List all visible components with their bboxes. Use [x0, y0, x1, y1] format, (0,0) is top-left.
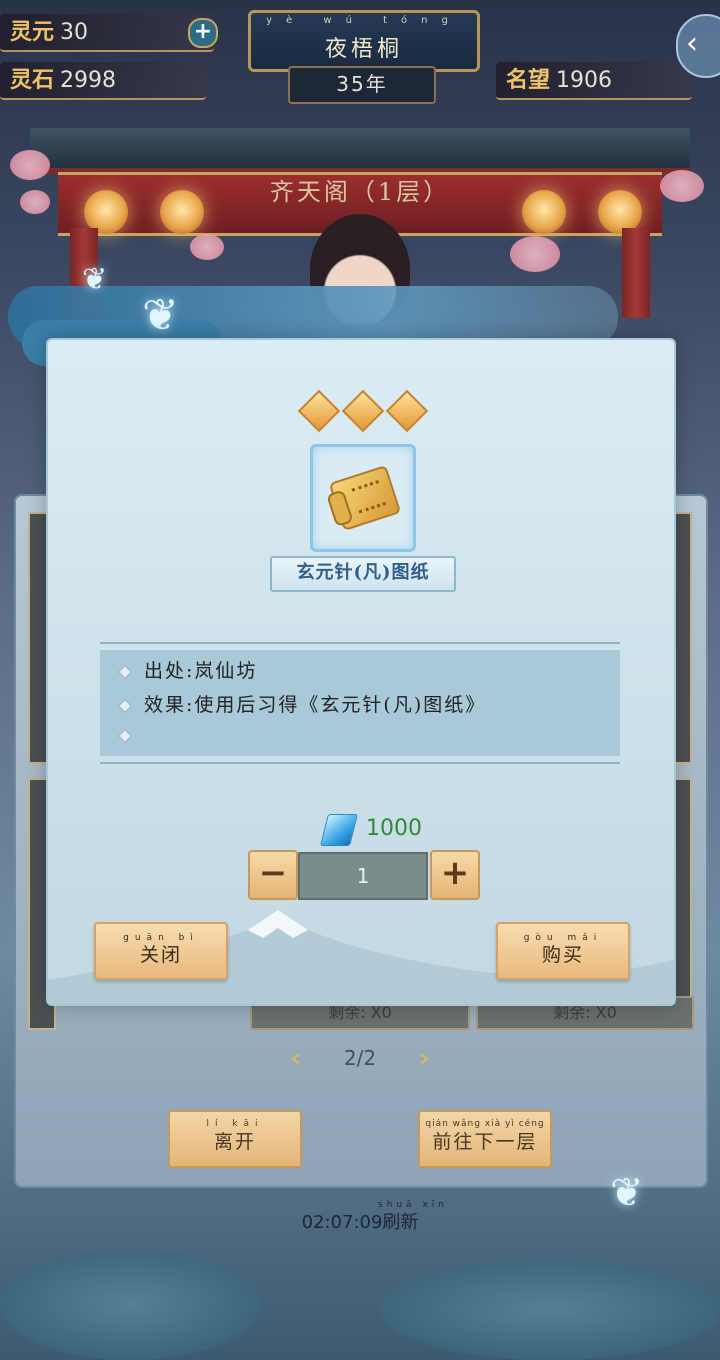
- mingwang-label: 名望: [506, 67, 551, 93]
- close-button-pinyin: guān bì: [123, 933, 199, 943]
- description-line: [117, 724, 144, 746]
- refresh-pinyin: shuā xīn: [378, 1200, 449, 1210]
- cherry-blossom-icon: [20, 190, 50, 214]
- mingwang-display: 名望 1906: [496, 62, 692, 100]
- lingshi-value: 2998: [60, 68, 117, 93]
- player-name-pinyin: yè wú tóng: [266, 15, 462, 26]
- leave-button[interactable]: lí kāi 离开: [168, 1110, 302, 1168]
- blueprint-scroll-icon: [328, 464, 402, 532]
- pavilion-title: 齐天阁（1层）: [269, 178, 451, 206]
- rarity-stars: [297, 389, 429, 433]
- add-lingyuan-button[interactable]: +: [188, 18, 218, 48]
- buy-button-label: 购买: [541, 944, 584, 966]
- refresh-timer: shuā xīn 02:07:09刷新: [240, 1200, 480, 1234]
- close-button[interactable]: guān bì 关闭: [94, 922, 228, 980]
- description-line: 出处:岚仙坊: [117, 656, 257, 683]
- pavilion-pillar: [622, 228, 650, 318]
- description-line: 效果:使用后习得《玄元针(凡)图纸》: [117, 690, 486, 717]
- leave-button-pinyin: lí kāi: [206, 1119, 264, 1129]
- quantity-input[interactable]: 1: [298, 852, 428, 900]
- item-purchase-dialog: 玄元针(凡)图纸 出处:岚仙坊 效果:使用后习得《玄元针(凡)图纸》 1000 …: [46, 338, 676, 1006]
- cherry-blossom-icon: [190, 234, 224, 260]
- item-name: 玄元针(凡)图纸: [270, 556, 456, 592]
- page-indicator: ‹ 2/2 ›: [290, 1040, 430, 1076]
- star-icon: [297, 389, 341, 433]
- lotus-leaf: [380, 1260, 720, 1360]
- prev-page-arrow-icon[interactable]: ‹: [290, 1040, 302, 1076]
- bullet-icon: [117, 664, 133, 680]
- butterfly-icon: ❦: [82, 262, 108, 297]
- pavilion-roof: [30, 128, 690, 174]
- item-icon-frame: [310, 444, 416, 552]
- cherry-blossom-icon: [660, 170, 704, 202]
- increase-quantity-button[interactable]: +: [430, 850, 480, 900]
- next-floor-button-label: 前往下一层: [432, 1131, 538, 1153]
- cherry-blossom-icon: [510, 236, 560, 272]
- star-icon: [385, 389, 429, 433]
- lantern-icon: [160, 190, 204, 234]
- lingyuan-label: 灵元: [10, 19, 55, 45]
- bullet-icon: [117, 698, 133, 714]
- refresh-text: 02:07:09刷新: [301, 1212, 419, 1233]
- next-floor-button-pinyin: qián wǎng xià yì céng: [425, 1119, 545, 1129]
- player-name: 夜梧桐: [324, 37, 403, 62]
- lotus-leaf: [0, 1250, 260, 1360]
- lingshi-label: 灵石: [10, 67, 55, 93]
- item-description: 出处:岚仙坊 效果:使用后习得《玄元针(凡)图纸》: [100, 642, 620, 764]
- next-floor-button[interactable]: qián wǎng xià yì céng 前往下一层: [418, 1110, 552, 1168]
- cherry-blossom-icon: [10, 150, 50, 180]
- leave-button-label: 离开: [213, 1131, 256, 1153]
- bullet-icon: [117, 728, 133, 744]
- lingyuan-display: 灵元 30 +: [0, 14, 218, 52]
- lingshi-display: 灵石 2998: [0, 62, 206, 100]
- crystal-icon: [320, 814, 358, 846]
- price-value: 1000: [366, 816, 422, 841]
- buy-button-pinyin: gòu mǎi: [523, 933, 603, 943]
- lantern-icon: [522, 190, 566, 234]
- buy-button[interactable]: gòu mǎi 购买: [496, 922, 630, 980]
- next-page-arrow-icon[interactable]: ›: [418, 1040, 430, 1076]
- star-icon: [341, 389, 385, 433]
- close-button-label: 关闭: [139, 944, 182, 966]
- mingwang-value: 1906: [556, 68, 613, 93]
- lingyuan-value: 30: [60, 20, 89, 45]
- page-number: 2/2: [343, 1046, 377, 1070]
- year-display: 35年: [288, 66, 436, 104]
- butterfly-icon: ❦: [142, 290, 179, 341]
- butterfly-icon: ❦: [610, 1170, 644, 1216]
- player-name-plate[interactable]: yè wú tóng 夜梧桐: [248, 10, 480, 72]
- decrease-quantity-button[interactable]: −: [248, 850, 298, 900]
